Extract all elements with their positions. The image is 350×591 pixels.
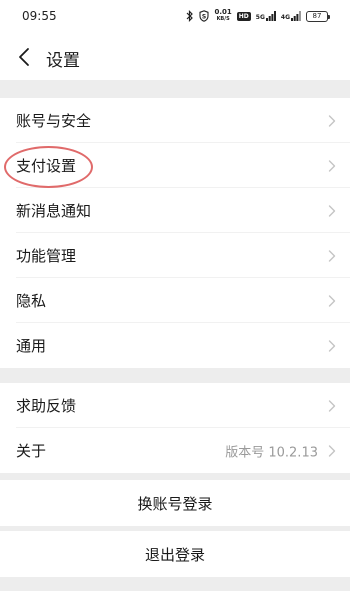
settings-item-about[interactable]: 关于 版本号 10.2.13	[0, 428, 350, 473]
version-text: 版本号 10.2.13	[225, 445, 318, 460]
back-button[interactable]	[10, 44, 38, 70]
chevron-right-icon	[328, 444, 336, 457]
network-speed: 0.01 KB/S	[214, 9, 231, 23]
settings-item-label: 账号与安全	[16, 112, 92, 130]
net-5g-label: 5G	[255, 14, 265, 21]
settings-item-privacy[interactable]: 隐私	[0, 278, 350, 323]
svg-text:S: S	[202, 13, 206, 20]
settings-item-label: 新消息通知	[16, 202, 92, 220]
settings-item-label: 关于	[16, 442, 47, 460]
header: 设置	[0, 34, 350, 80]
signal-5g: 5G	[256, 11, 276, 21]
settings-item-label: 支付设置	[16, 157, 77, 175]
settings-item-label: 隐私	[16, 292, 47, 310]
chevron-left-icon	[19, 48, 29, 66]
settings-group-main: 账号与安全 支付设置 新消息通知 功能管理 隐私 通用	[0, 98, 350, 368]
settings-item-payment[interactable]: 支付设置	[0, 143, 350, 188]
settings-item-account-security[interactable]: 账号与安全	[0, 98, 350, 143]
bluetooth-icon	[186, 10, 194, 22]
status-time: 09:55	[22, 9, 57, 23]
battery-icon: 87	[306, 10, 330, 22]
settings-item-help-feedback[interactable]: 求助反馈	[0, 383, 350, 428]
chevron-right-icon	[328, 339, 336, 352]
page-title: 设置	[46, 51, 80, 71]
network-speed-value: 0.01	[214, 8, 232, 16]
settings-item-label: 求助反馈	[16, 397, 77, 415]
chevron-right-icon	[328, 204, 336, 217]
settings-group-help: 求助反馈 关于 版本号 10.2.13	[0, 383, 350, 473]
net-4g-label: 4G	[280, 14, 290, 21]
settings-item-general[interactable]: 通用	[0, 323, 350, 368]
settings-item-label: 通用	[16, 337, 47, 355]
chevron-right-icon	[328, 249, 336, 262]
chevron-right-icon	[328, 294, 336, 307]
chevron-right-icon	[328, 114, 336, 127]
signal-bars-icon	[291, 11, 301, 21]
signal-4g: 4G	[281, 11, 301, 21]
chevron-right-icon	[328, 399, 336, 412]
settings-item-label: 功能管理	[16, 247, 77, 265]
signal-bars-icon	[265, 11, 276, 21]
status-icons: S 0.01 KB/S HD 5G 4G 87	[186, 7, 330, 25]
logout-button[interactable]: 退出登录	[0, 531, 350, 577]
switch-account-button[interactable]: 换账号登录	[0, 480, 350, 526]
hd-icon: HD	[236, 11, 251, 21]
shield-s-icon: S	[199, 10, 210, 22]
status-bar: 09:55 S 0.01 KB/S HD 5G 4G 87	[0, 0, 350, 34]
settings-item-features[interactable]: 功能管理	[0, 233, 350, 278]
network-speed-unit: KB/S	[216, 16, 230, 22]
settings-item-notifications[interactable]: 新消息通知	[0, 188, 350, 233]
chevron-right-icon	[328, 159, 336, 172]
